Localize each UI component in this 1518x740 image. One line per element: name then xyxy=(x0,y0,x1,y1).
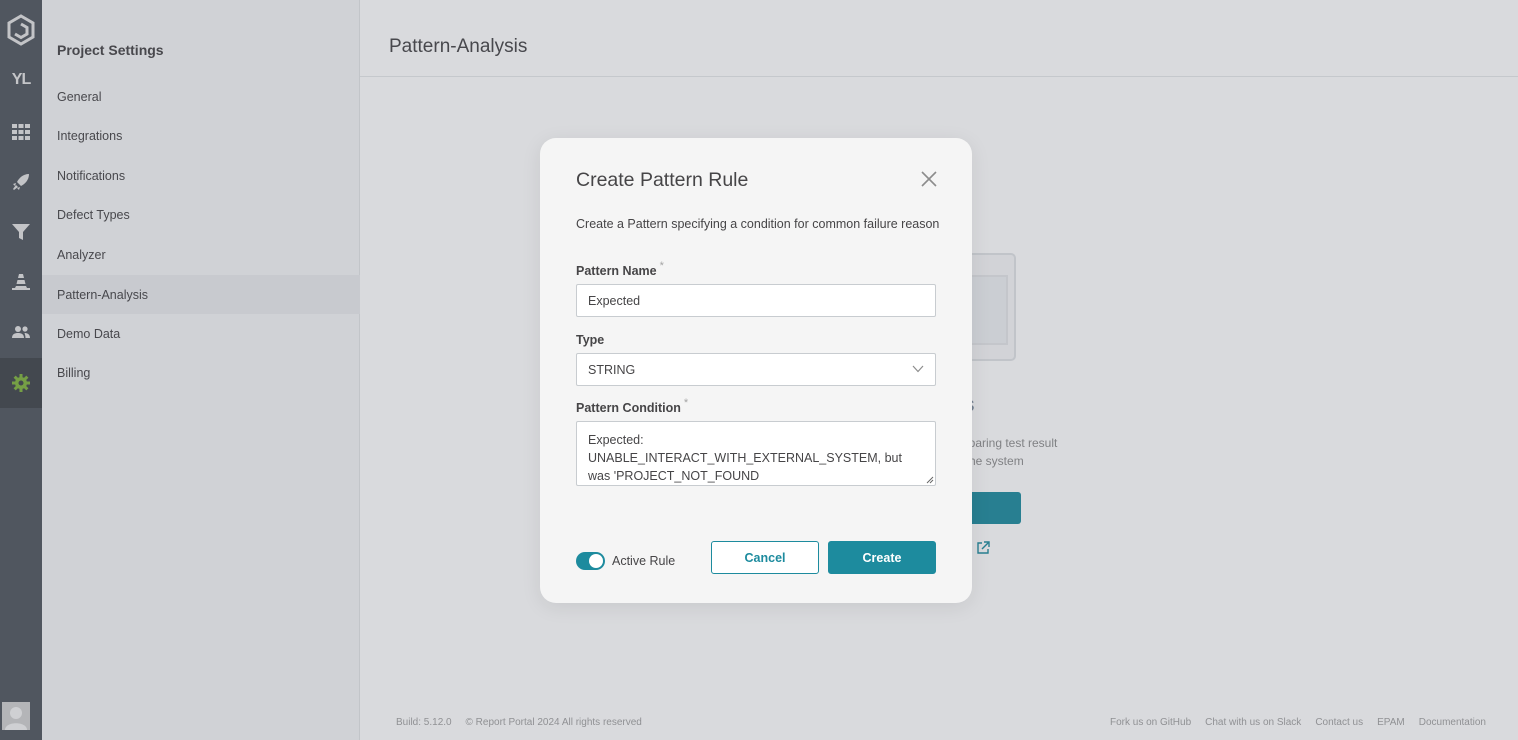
active-rule-label: Active Rule xyxy=(612,554,676,568)
modal-description: Create a Pattern specifying a condition … xyxy=(576,217,940,231)
active-rule-toggle[interactable] xyxy=(576,552,605,570)
pattern-name-input[interactable]: Expected xyxy=(576,284,936,317)
pattern-name-label: Pattern Name * xyxy=(576,260,664,278)
chevron-down-icon xyxy=(912,365,924,373)
type-label: Type xyxy=(576,333,605,347)
required-mark: * xyxy=(659,260,664,272)
pattern-condition-label: Pattern Condition * xyxy=(576,397,689,415)
resize-handle-icon[interactable] xyxy=(925,475,934,484)
modal-title: Create Pattern Rule xyxy=(576,169,749,191)
type-select[interactable]: STRING xyxy=(576,353,936,386)
create-button[interactable]: Create xyxy=(828,541,936,574)
pattern-condition-textarea[interactable]: Expected: UNABLE_INTERACT_WITH_EXTERNAL_… xyxy=(576,421,936,486)
cancel-button[interactable]: Cancel xyxy=(711,541,819,574)
required-mark: * xyxy=(683,397,689,409)
create-pattern-rule-modal: Create Pattern Rule Create a Pattern spe… xyxy=(540,138,972,603)
close-icon[interactable] xyxy=(918,168,940,190)
